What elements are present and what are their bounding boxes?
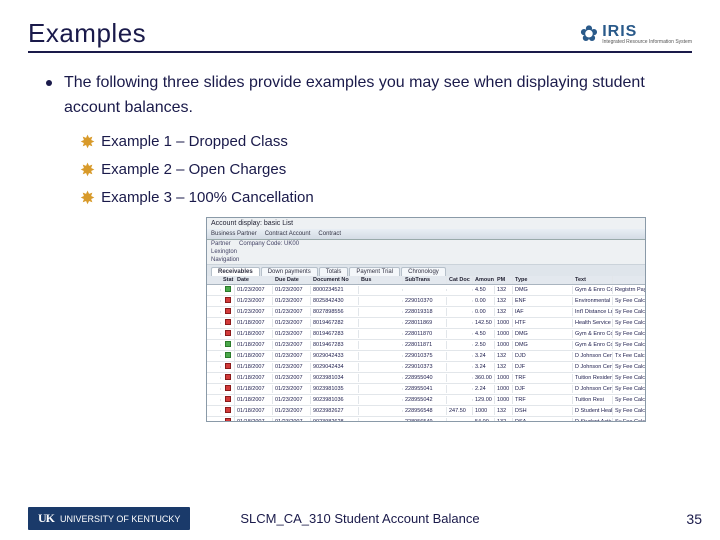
table-row[interactable]: 01/18/200701/23/200780194672822280118691… [207,318,645,329]
bullet-item: The following three slides provide examp… [46,71,688,121]
scr-tab[interactable]: Payment Trial [349,267,400,276]
star-icon: ✸ [80,161,95,179]
example-label: Example 2 – Open Charges [101,161,286,178]
scr-toolbar-item: Business Partner [211,231,257,237]
iris-brand: IRIS [602,24,692,40]
uk-badge: UK UNIVERSITY OF KENTUCKY [28,507,190,530]
table-row[interactable]: 01/18/200701/23/200780194672832280118704… [207,329,645,340]
header: Examples ✿ IRIS Integrated Resource Info… [28,18,692,53]
embedded-screenshot: Account display: basic List Business Par… [206,217,646,422]
scr-tab[interactable]: Chronology [401,267,446,276]
table-row[interactable]: 01/18/200701/23/200790239826282289565495… [207,417,645,421]
page-title: Examples [28,18,146,49]
scr-tab[interactable]: Receivables [211,267,260,276]
table-row[interactable]: 01/18/200701/23/200790239810362289550421… [207,395,645,406]
scr-tab[interactable]: Down payments [261,267,318,276]
table-row[interactable]: 01/18/200701/23/200790290424342290103733… [207,362,645,373]
iris-logo: ✿ IRIS Integrated Resource Information S… [580,21,692,49]
table-row[interactable]: 01/18/200701/23/200790290424332290103753… [207,351,645,362]
scr-tabs: Receivables Down payments Totals Payment… [207,264,645,276]
scr-nav-label: Navigation [207,256,645,264]
uk-monogram: UK [38,511,54,526]
example-item: ✸ Example 3 – 100% Cancellation [80,189,688,207]
table-row[interactable]: 01/23/200701/23/200780278985562280193180… [207,307,645,318]
footer-center: SLCM_CA_310 Student Account Balance [240,511,479,526]
body: The following three slides provide examp… [28,71,692,422]
table-row[interactable]: 01/18/200701/23/200790239810352289550412… [207,384,645,395]
example-item: ✸ Example 2 – Open Charges [80,161,688,179]
example-label: Example 1 – Dropped Class [101,133,288,150]
scr-table-header: StatDateDue DateDocument NoBusSubTransCa… [207,276,645,285]
scr-toolbar-item: Contract Account [265,231,311,237]
bullet-icon [46,80,52,86]
scr-toolbar-item: Contract [318,231,341,237]
intro-text: The following three slides provide examp… [64,71,688,121]
table-row[interactable]: 01/18/200701/23/200790239810342289550403… [207,373,645,384]
scr-tab[interactable]: Totals [319,267,349,276]
page-number: 35 [686,511,702,527]
scr-table-body: 01/23/200701/23/200780002345214.50132DMG… [207,285,645,421]
footer: UK UNIVERSITY OF KENTUCKY SLCM_CA_310 St… [0,507,720,530]
scr-table: StatDateDue DateDocument NoBusSubTransCa… [207,276,645,421]
table-row[interactable]: 01/18/200701/23/200790239826272289565482… [207,406,645,417]
scr-partner-row: Partner Company Code: UK00 [207,240,645,248]
scr-location: Lexington [207,248,645,256]
example-item: ✸ Example 1 – Dropped Class [80,133,688,151]
iris-tagline: Integrated Resource Information System [602,40,692,45]
example-list: ✸ Example 1 – Dropped Class ✸ Example 2 … [46,133,688,207]
slide: Examples ✿ IRIS Integrated Resource Info… [0,0,720,540]
table-row[interactable]: 01/23/200701/23/200780002345214.50132DMG… [207,285,645,296]
uk-fullname: UNIVERSITY OF KENTUCKY [60,514,180,524]
scr-window-title: Account display: basic List [207,218,645,229]
table-row[interactable]: 01/23/200701/23/200780258424302290103700… [207,296,645,307]
iris-flower-icon: ✿ [580,21,598,47]
star-icon: ✸ [80,189,95,207]
star-icon: ✸ [80,133,95,151]
scr-toolbar: Business Partner Contract Account Contra… [207,229,645,240]
table-row[interactable]: 01/18/200701/23/200780194672832280118712… [207,340,645,351]
example-label: Example 3 – 100% Cancellation [101,189,314,206]
